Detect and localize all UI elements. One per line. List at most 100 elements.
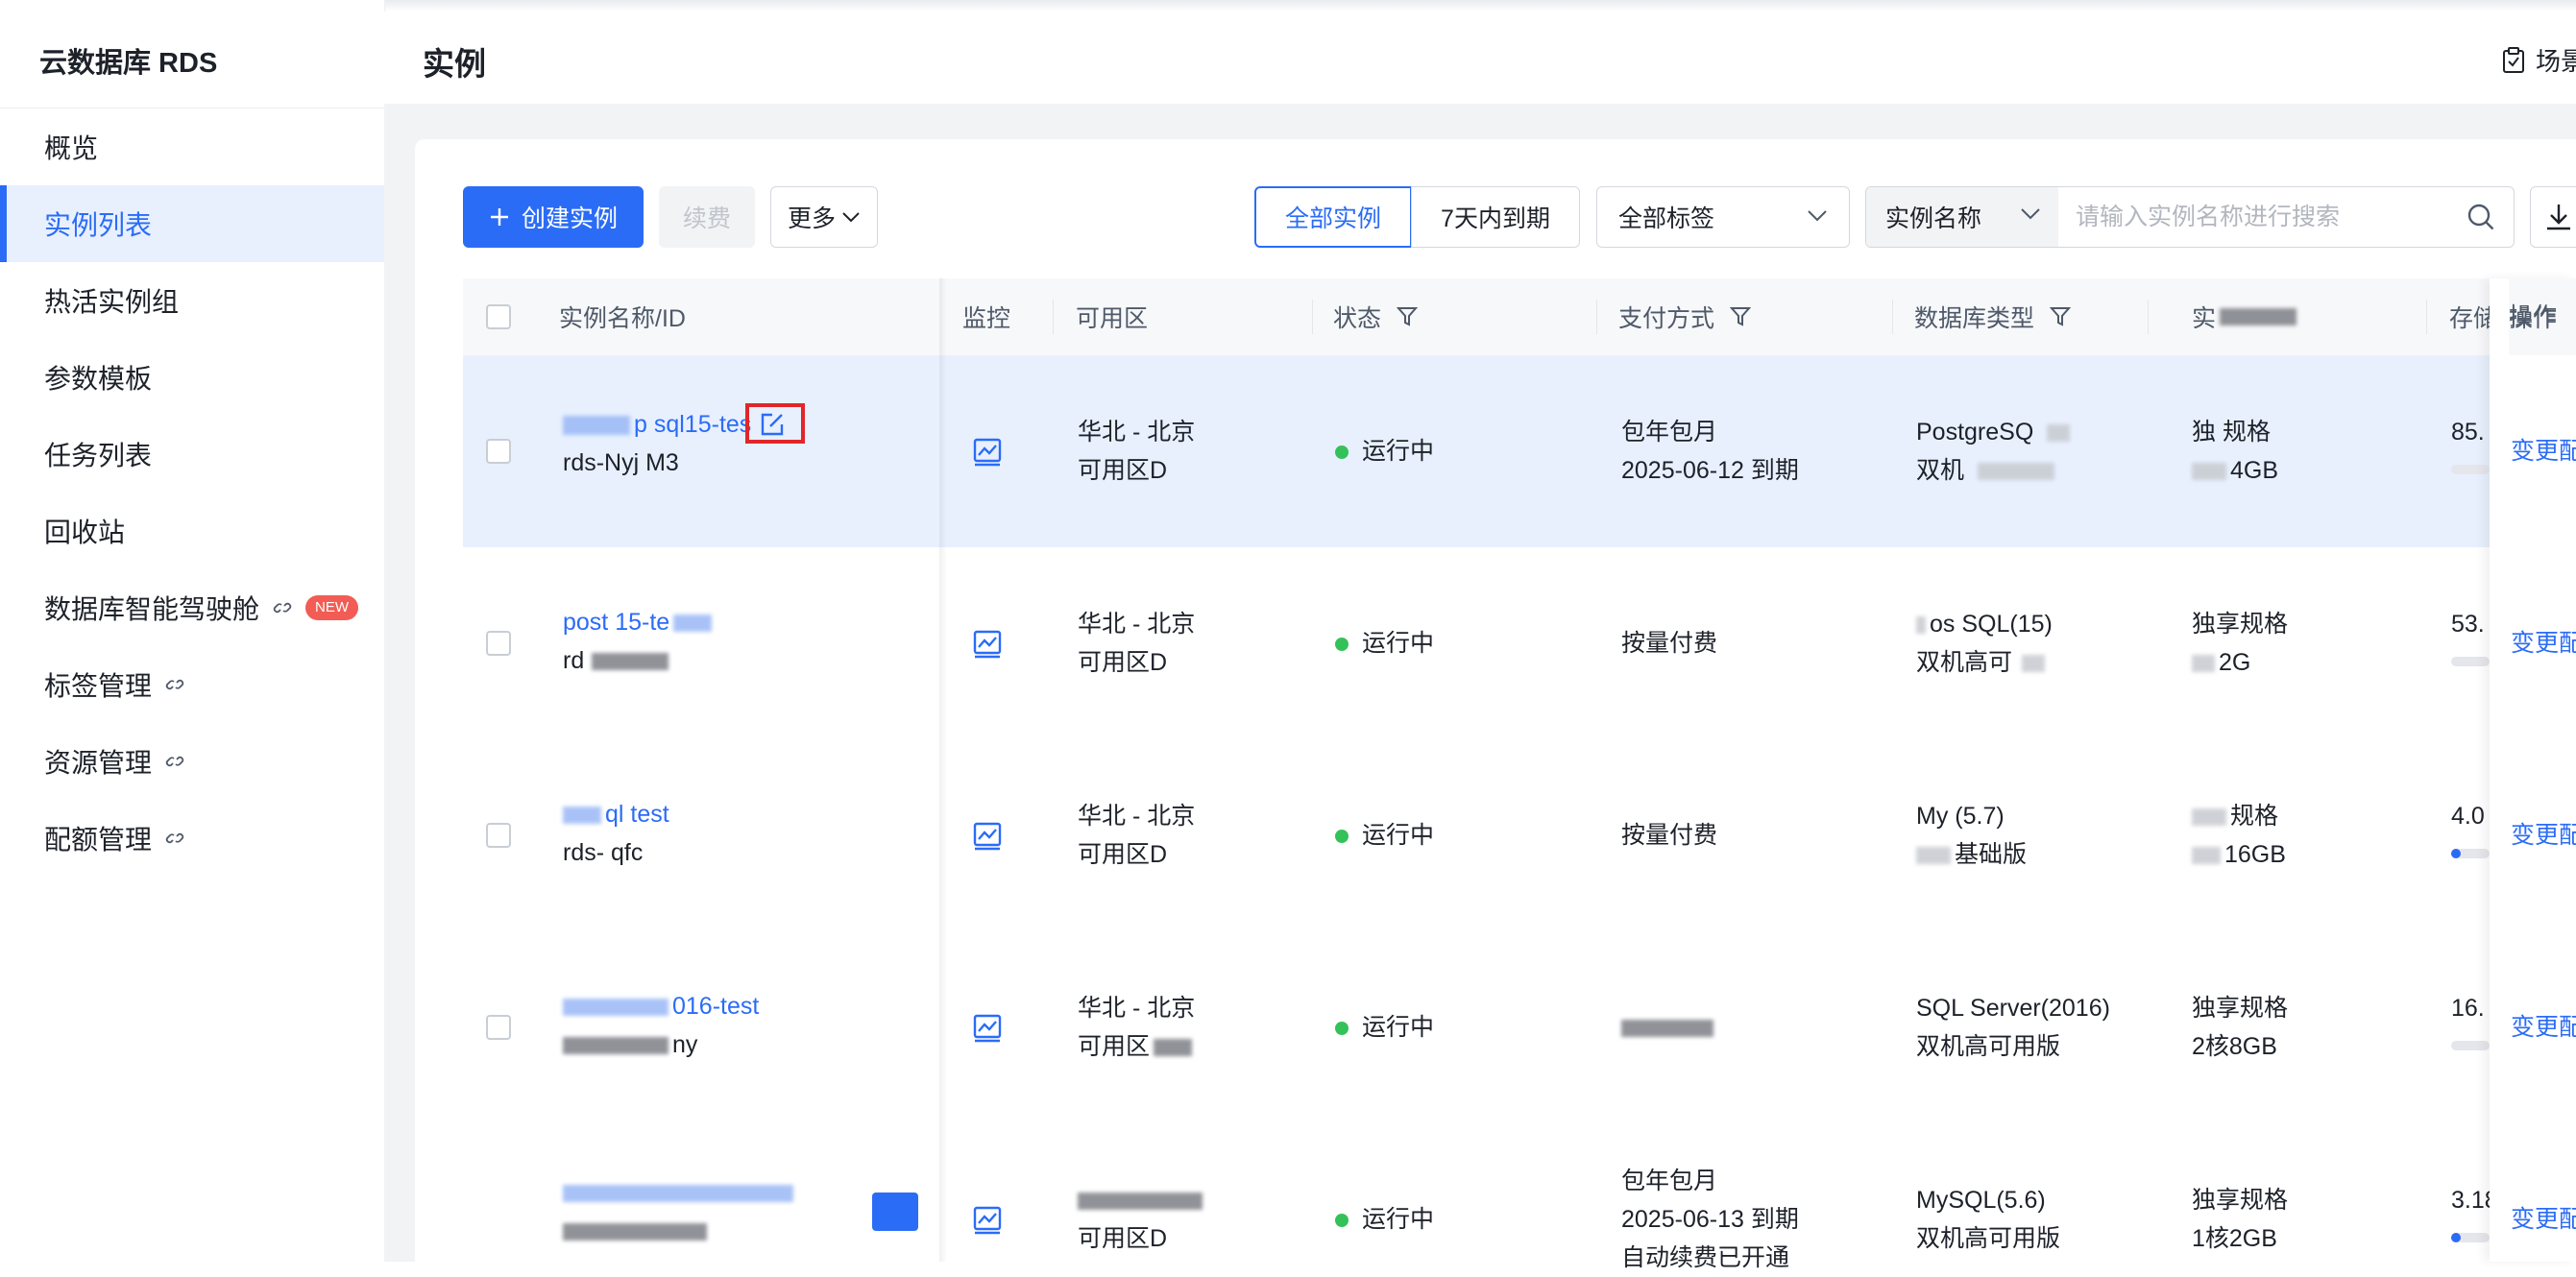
filter-icon[interactable] [2050,305,2072,328]
instance-search: 实例名称 [1865,186,2515,248]
db-edition: 双机高可用版 [1916,1033,2061,1060]
db-edition: 基础版 [1955,841,2028,868]
tag-filter-value: 全部标签 [1618,205,1715,232]
window-top-edge [0,0,2576,12]
table-row[interactable]: ql test rds- qfc 华北 - 北京 可用区D 运行中 按量付费 M… [463,739,2576,932]
storage-value: 85. [2451,419,2485,446]
table-row[interactable]: p sql15-tes rds-Nyj M3 华北 - 北京 可用区D 运行中 … [463,355,2576,548]
status-cell: 运行中 [1335,816,1434,855]
scene-label: 场景 [2536,47,2576,76]
actions-column: 操作 变更配 变更配 变更配 变更配 变更配 [2490,278,2576,1262]
sidebar-item-resource-management[interactable]: 资源管理 [0,723,384,800]
zone-cell: 华北 - 北京 可用区 [1078,989,1195,1066]
instance-name-cell: post 15-te rd [563,603,713,680]
search-input[interactable] [2058,187,2464,247]
spec-cell: 独 规格 4GB [2192,413,2278,490]
spec-type: 独享规格 [2192,1187,2289,1214]
sidebar-item-label: 标签管理 [44,671,153,701]
sidebar-item-label: 实例列表 [44,210,153,240]
change-config-link[interactable]: 变更配 [2511,1200,2576,1239]
status-text: 运行中 [1362,438,1435,465]
db-edition: 双机高可 [1916,649,2013,676]
instance-name-link[interactable] [563,1173,793,1212]
sidebar-item-tag-management[interactable]: 标签管理 [0,646,384,723]
instance-name-link[interactable]: post 15-te [563,603,713,641]
instance-name-link[interactable]: 016-test [563,987,759,1025]
table-row[interactable]: 016-test ny 华北 - 北京 可用区 运行中 SQL Server(2… [463,931,2576,1124]
redacted-text [1078,1193,1203,1211]
monitor-chart-icon[interactable] [972,629,1003,664]
spec-cell: 独享规格 2核8GB [2192,989,2288,1066]
zone-cell: 华北 - 北京 可用区D [1078,413,1195,490]
change-config-link[interactable]: 变更配 [2511,1008,2576,1047]
renew-button[interactable]: 续费 [659,186,755,248]
more-label: 更多 [787,205,836,232]
spec-cell: 规格 16GB [2192,797,2286,874]
scene-button[interactable]: 场景 [2501,42,2576,78]
row-checkbox[interactable] [486,439,511,464]
db-engine: os SQL(15) [1930,611,2053,638]
storage-cell: 53. [2451,605,2485,643]
storage-cell: 4.0 [2451,797,2485,835]
sidebar-item-quota-management[interactable]: 配额管理 [0,800,384,877]
spec-size: 2核8GB [2192,1033,2277,1060]
chevron-down-icon [842,212,860,223]
create-instance-label: 创建实例 [521,205,618,232]
change-config-link[interactable]: 变更配 [2511,624,2576,663]
storage-cell: 85. [2451,413,2485,451]
column-separator [1312,300,1313,334]
change-config-link[interactable]: 变更配 [2511,432,2576,470]
monitor-chart-icon[interactable] [972,437,1003,472]
column-header-payment[interactable]: 支付方式 [1618,278,1752,355]
table-row[interactable]: 可用区D 运行中 包年包月 2025-06-13 到期 自动续费已开通 MySQ… [463,1123,2576,1271]
edit-icon[interactable] [759,411,788,438]
tag-filter-select[interactable]: 全部标签 [1596,186,1850,248]
monitor-chart-icon[interactable] [972,821,1003,856]
monitor-chart-icon[interactable] [972,1013,1003,1048]
table-row[interactable]: post 15-te rd 华北 - 北京 可用区D 运行中 按量付费 os S… [463,547,2576,740]
instance-name-link[interactable]: ql test [563,795,669,833]
sidebar-item-param-template[interactable]: 参数模板 [0,339,384,416]
filter-icon[interactable] [1730,305,1752,328]
redacted-text [1621,1020,1713,1038]
sidebar-item-label: 数据库智能驾驶舱 [44,594,260,624]
db-edition: 双机高可用版 [1916,1225,2061,1252]
filter-icon[interactable] [1397,305,1419,328]
select-all-checkbox[interactable] [486,304,511,329]
tab-all-instances[interactable]: 全部实例 [1254,186,1412,248]
row-checkbox[interactable] [486,823,511,848]
search-icon[interactable] [2464,200,2498,234]
more-dropdown[interactable]: 更多 [770,186,878,248]
sidebar-item-task-list[interactable]: 任务列表 [0,416,384,493]
payment-cell: 按量付费 [1621,624,1717,663]
tab-expiring-7-days[interactable]: 7天内到期 [1411,186,1580,248]
redacted-text [1978,463,2055,481]
instance-id: rds- qfc [563,839,644,866]
instance-name: p sql15-tes [634,411,752,438]
redacted-text [1916,616,1926,635]
storage-progress-bar [2451,657,2490,666]
storage-value: 4.0 [2451,803,2485,830]
search-type-select[interactable]: 实例名称 [1866,187,2058,247]
column-header-status[interactable]: 状态 [1333,278,1419,355]
column-header-zone: 可用区 [1076,305,1149,332]
sidebar-item-instance-list[interactable]: 实例列表 [0,185,384,262]
spec-type: 独享规格 [2192,995,2289,1022]
spec-size: 16GB [2224,841,2286,868]
sidebar-item-recycle-bin[interactable]: 回收站 [0,493,384,569]
column-header-dbtype[interactable]: 数据库类型 [1914,278,2072,355]
sidebar-item-overview[interactable]: 概览 [0,108,384,185]
brand-title: 云数据库 RDS [39,48,218,79]
sidebar-item-hot-active-group[interactable]: 热活实例组 [0,262,384,339]
row-checkbox[interactable] [486,1015,511,1040]
tag-icon[interactable] [872,1193,918,1231]
status-cell: 运行中 [1335,624,1434,663]
download-button[interactable] [2530,186,2576,248]
change-config-link[interactable]: 变更配 [2511,816,2576,855]
monitor-chart-icon[interactable] [972,1205,1003,1241]
instance-name-link[interactable]: p sql15-tes [563,405,751,444]
sidebar-item-label: 配额管理 [44,825,153,855]
row-checkbox[interactable] [486,631,511,656]
sidebar-item-db-cockpit[interactable]: 数据库智能驾驶舱 NEW [0,569,384,646]
create-instance-button[interactable]: 创建实例 [463,186,644,248]
